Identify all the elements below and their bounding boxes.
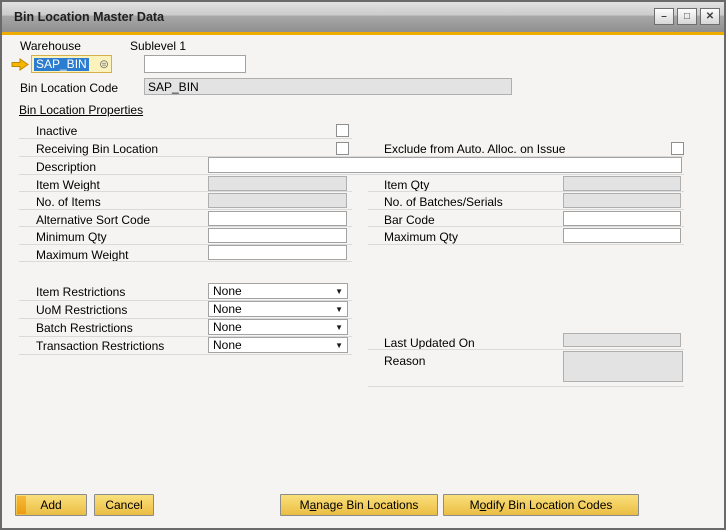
bin-location-properties-header: Bin Location Properties <box>19 103 143 117</box>
item-qty-label: Item Qty <box>384 178 429 192</box>
maximum-weight-input[interactable] <box>208 245 347 260</box>
description-label: Description <box>36 160 96 174</box>
chevron-down-icon: ▼ <box>335 287 343 296</box>
row-separator <box>19 138 352 139</box>
row-separator <box>368 386 684 387</box>
last-updated-on-field <box>563 333 681 347</box>
row-separator <box>19 354 352 355</box>
exclude-auto-alloc-checkbox[interactable] <box>671 142 684 155</box>
maximum-weight-label: Maximum Weight <box>36 248 128 262</box>
uom-restrictions-dropdown[interactable]: None ▼ <box>208 301 348 317</box>
no-of-batches-serials-field <box>563 193 681 208</box>
item-restrictions-label: Item Restrictions <box>36 285 125 299</box>
chevron-down-icon: ▼ <box>335 305 343 314</box>
last-updated-on-label: Last Updated On <box>384 336 475 350</box>
link-arrow-icon[interactable] <box>11 58 29 71</box>
chevron-down-icon: ▼ <box>335 323 343 332</box>
bin-location-code-display <box>144 78 512 95</box>
inactive-label: Inactive <box>36 124 77 138</box>
no-of-items-label: No. of Items <box>36 195 101 209</box>
row-separator <box>368 244 684 245</box>
warehouse-field[interactable]: SAP_BIN ⊜ <box>31 55 112 73</box>
row-separator <box>19 174 684 175</box>
row-separator <box>368 209 684 210</box>
bin-location-master-data-window: Bin Location Master Data – □ ✕ Warehouse… <box>0 0 726 530</box>
minimum-qty-label: Minimum Qty <box>36 230 107 244</box>
titlebar[interactable]: Bin Location Master Data <box>2 2 724 32</box>
row-separator <box>368 226 684 227</box>
default-button-indicator <box>17 496 26 514</box>
maximum-qty-label: Maximum Qty <box>384 230 458 244</box>
item-weight-label: Item Weight <box>36 178 100 192</box>
cancel-button[interactable]: Cancel <box>94 494 154 516</box>
warehouse-selected-text: SAP_BIN <box>34 58 89 71</box>
accent-line <box>2 32 724 35</box>
row-separator <box>19 261 352 262</box>
alternative-sort-code-label: Alternative Sort Code <box>36 213 150 227</box>
bar-code-input[interactable] <box>563 211 681 226</box>
window-controls: – □ ✕ <box>654 8 720 25</box>
item-weight-field <box>208 176 347 191</box>
transaction-restrictions-label: Transaction Restrictions <box>36 339 164 353</box>
item-restrictions-value: None <box>213 284 242 298</box>
manage-bin-locations-label: Manage Bin Locations <box>300 498 419 512</box>
add-button[interactable]: Add <box>15 494 87 516</box>
reason-label: Reason <box>384 354 425 368</box>
description-input[interactable] <box>208 157 682 173</box>
no-of-batches-serials-label: No. of Batches/Serials <box>384 195 503 209</box>
add-button-label: Add <box>40 498 61 512</box>
sublevel1-input[interactable] <box>144 55 246 73</box>
alternative-sort-code-input[interactable] <box>208 211 347 226</box>
uom-restrictions-label: UoM Restrictions <box>36 303 127 317</box>
uom-restrictions-value: None <box>213 302 242 316</box>
manage-bin-locations-button[interactable]: Manage Bin Locations <box>280 494 438 516</box>
exclude-auto-alloc-label: Exclude from Auto. Alloc. on Issue <box>384 142 565 156</box>
receiving-bin-location-checkbox[interactable] <box>336 142 349 155</box>
minimum-qty-input[interactable] <box>208 228 347 243</box>
modify-bin-location-codes-button[interactable]: Modify Bin Location Codes <box>443 494 639 516</box>
transaction-restrictions-value: None <box>213 338 242 352</box>
row-separator <box>19 191 352 192</box>
row-separator <box>368 191 684 192</box>
item-restrictions-dropdown[interactable]: None ▼ <box>208 283 348 299</box>
row-separator <box>19 226 352 227</box>
chevron-down-icon: ▼ <box>335 341 343 350</box>
item-qty-field <box>563 176 681 191</box>
maximum-qty-input[interactable] <box>563 228 681 243</box>
row-separator <box>19 209 352 210</box>
batch-restrictions-label: Batch Restrictions <box>36 321 133 335</box>
batch-restrictions-dropdown[interactable]: None ▼ <box>208 319 348 335</box>
inactive-checkbox[interactable] <box>336 124 349 137</box>
close-icon[interactable]: ✕ <box>700 8 720 25</box>
row-separator <box>368 349 684 350</box>
cancel-button-label: Cancel <box>105 498 142 512</box>
modify-bin-location-codes-label: Modify Bin Location Codes <box>470 498 613 512</box>
warehouse-label: Warehouse <box>20 39 81 53</box>
minimize-icon[interactable]: – <box>654 8 674 25</box>
maximize-icon[interactable]: □ <box>677 8 697 25</box>
bar-code-label: Bar Code <box>384 213 435 227</box>
choose-from-list-icon[interactable]: ⊜ <box>99 59 109 70</box>
window-title: Bin Location Master Data <box>14 10 164 24</box>
bin-location-code-label: Bin Location Code <box>20 81 118 95</box>
reason-field <box>563 351 683 382</box>
sublevel1-label: Sublevel 1 <box>130 39 186 53</box>
receiving-bin-location-label: Receiving Bin Location <box>36 142 158 156</box>
batch-restrictions-value: None <box>213 320 242 334</box>
no-of-items-field <box>208 193 347 208</box>
transaction-restrictions-dropdown[interactable]: None ▼ <box>208 337 348 353</box>
